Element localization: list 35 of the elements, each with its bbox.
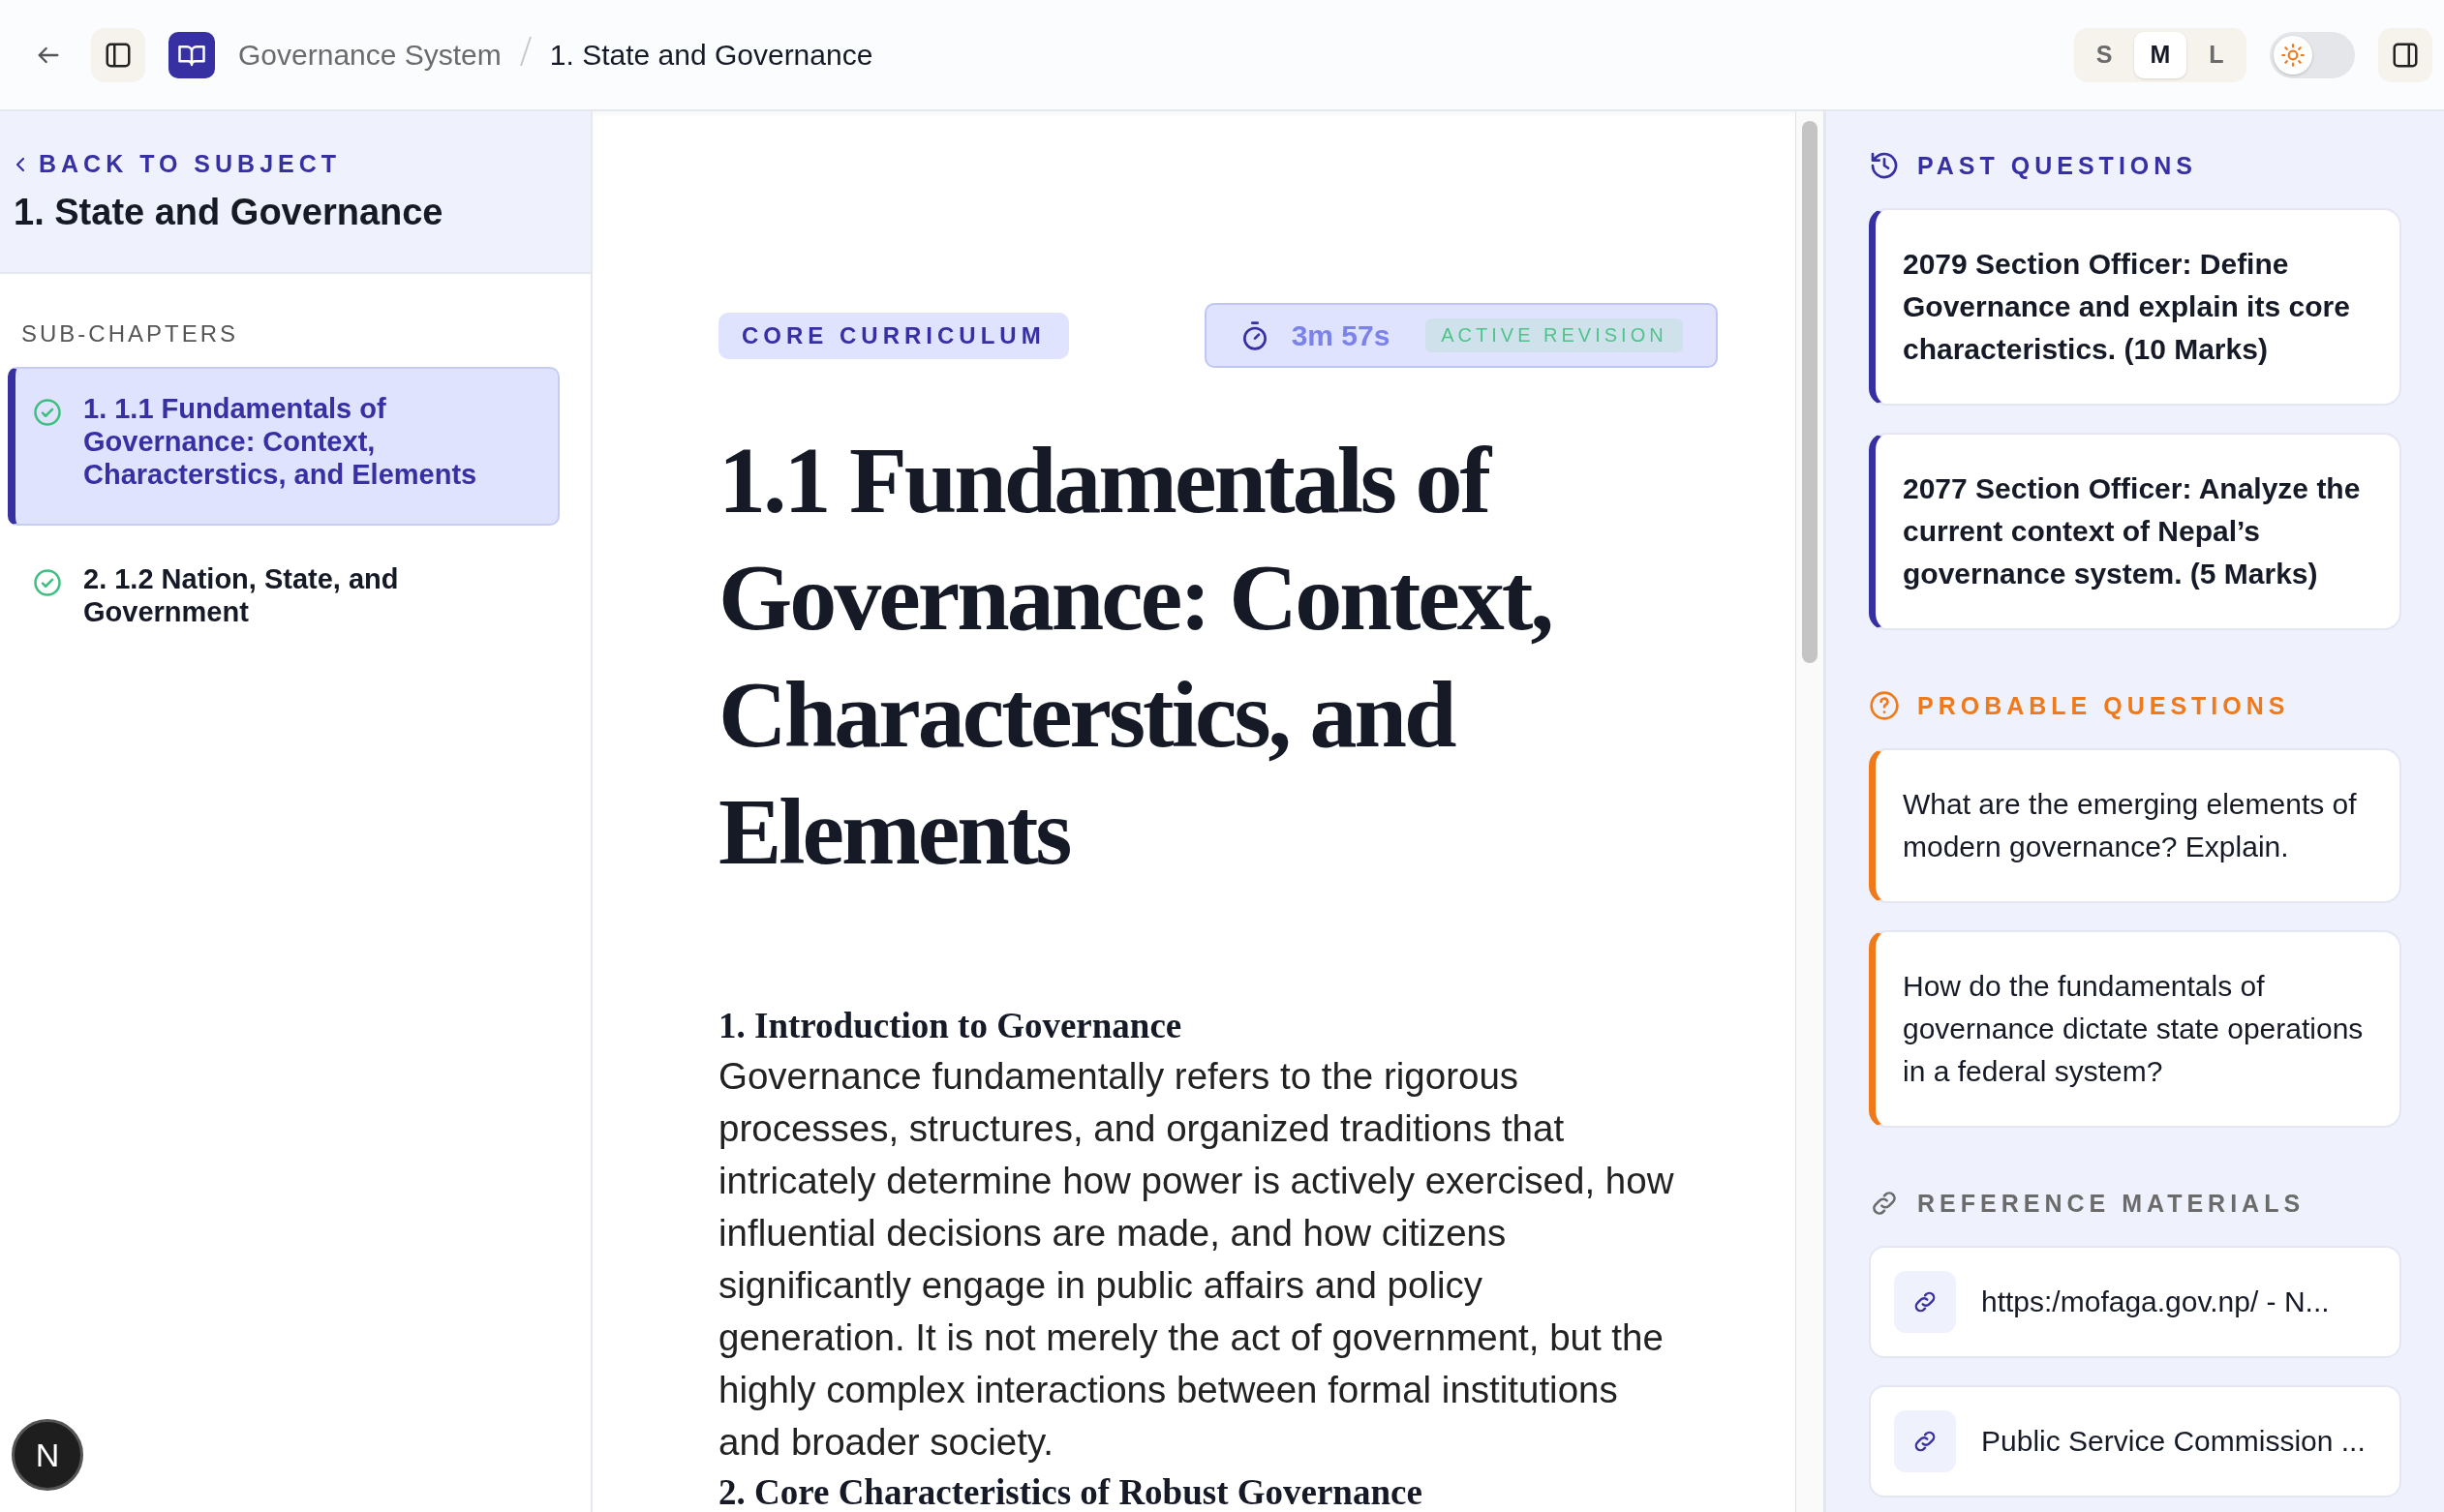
curriculum-tag: CORE CURRICULUM bbox=[718, 312, 1069, 359]
help-circle-icon bbox=[1869, 690, 1900, 721]
text-size-option[interactable]: M bbox=[2134, 31, 2186, 78]
sidebar-toggle-button[interactable] bbox=[91, 27, 145, 82]
status-badge: ACTIVE REVISION bbox=[1425, 318, 1683, 352]
section-heading: 2. Core Characteristics of Robust Governance bbox=[718, 1471, 1423, 1512]
reference-link[interactable]: https:/mofaga.gov.np/ - N... bbox=[1869, 1246, 2401, 1358]
theme-toggle[interactable] bbox=[2270, 31, 2355, 78]
section-title: PAST QUESTIONS bbox=[1917, 151, 2197, 180]
chevron-left-icon bbox=[14, 155, 27, 173]
sub-chapter-item[interactable]: 1. 1.1 Fundamentals of Governance: Context, Characterstics, and Elements bbox=[8, 367, 560, 526]
breadcrumb-current: 1. State and Governance bbox=[549, 38, 873, 72]
breadcrumb-link[interactable]: Governance System bbox=[238, 38, 502, 72]
sub-chapter-item[interactable]: 2. 1.2 Nation, State, and Government bbox=[8, 537, 560, 663]
page-title: 1.1 Fundamentals of Governance: Context, Characterstics, and Elements bbox=[718, 427, 1552, 886]
section-title: PROBABLE QUESTIONS bbox=[1917, 691, 2290, 720]
question-card[interactable]: 2077 Section Officer: Analyze the current context of Nepal’s governance system. (5 Marks) bbox=[1869, 433, 2401, 630]
scrollbar-thumb[interactable] bbox=[1802, 121, 1818, 663]
section-label: SUB-CHAPTERS bbox=[20, 319, 240, 348]
question-card[interactable]: What are the emerging elements of modern governance? Explain. bbox=[1869, 748, 2401, 903]
sun-icon bbox=[2280, 42, 2306, 68]
section-paragraph: Governance fundamentally refers to the rigorous processes, structures, and organized traditions that intricately determine how power is actively exercised, how influential decisions are made, and how citizens significantly engage in public affairs and policy generation. It is not merely the act of government, but the highly complex interactions between formal institutions and broader society. bbox=[718, 1054, 1675, 1465]
chapter-title: 1. State and Governance bbox=[14, 192, 444, 233]
panel-toggle-button[interactable] bbox=[2378, 27, 2432, 82]
question-card[interactable]: How do the fundamentals of governance dictate state operations in a federal system? bbox=[1869, 930, 2401, 1128]
elapsed-time: 3m 57s bbox=[1291, 318, 1391, 352]
text-size-option[interactable]: L bbox=[2190, 31, 2243, 78]
section-heading: 1. Introduction to Governance bbox=[718, 1005, 1183, 1047]
reference-link[interactable]: Public Service Commission ... bbox=[1869, 1385, 2401, 1497]
back-to-subject-link[interactable]: BACK TO SUBJECT bbox=[14, 150, 342, 178]
dev-tools-button[interactable]: N bbox=[12, 1419, 83, 1491]
section-title: REFERENCE MATERIALS bbox=[1917, 1189, 2306, 1218]
question-card[interactable]: 2079 Section Officer: Define Governance and explain its core characteristics. (10 Marks) bbox=[1869, 208, 2401, 406]
history-icon bbox=[1869, 150, 1900, 181]
text-size-option[interactable]: S bbox=[2078, 31, 2130, 78]
